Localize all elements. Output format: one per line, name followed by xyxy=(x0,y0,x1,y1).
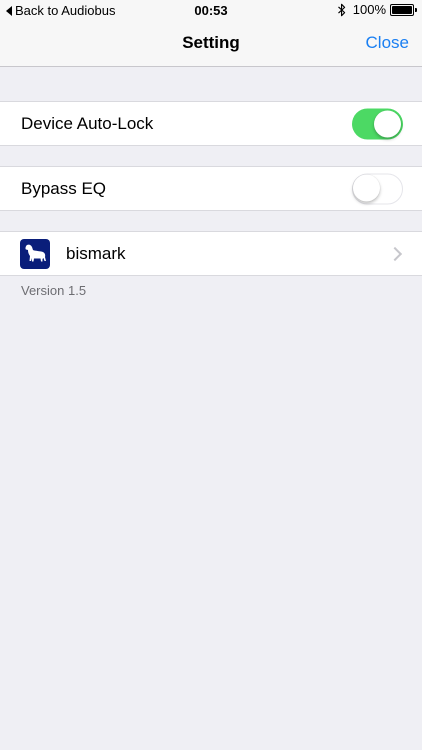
bypass-eq-label: Bypass EQ xyxy=(21,178,107,198)
bypass-eq-toggle[interactable] xyxy=(352,173,403,204)
app-name-label: bismark xyxy=(66,243,126,263)
page-title: Setting xyxy=(182,33,240,52)
battery-level-fill xyxy=(392,5,412,14)
bluetooth-icon xyxy=(337,3,345,16)
version-label: Version 1.5 xyxy=(21,283,87,298)
chevron-right-icon xyxy=(387,246,403,261)
auto-lock-label: Device Auto-Lock xyxy=(21,113,154,133)
navigation-bar: Setting Close xyxy=(0,22,422,67)
toggle-knob xyxy=(374,110,401,137)
close-button[interactable]: Close xyxy=(366,33,409,53)
battery-icon xyxy=(390,3,417,16)
status-indicators: 100% xyxy=(337,2,417,17)
toggle-knob xyxy=(353,174,380,202)
app-row[interactable]: bismark xyxy=(0,231,422,276)
battery-percentage: 100% xyxy=(352,2,386,17)
dog-icon xyxy=(20,238,50,269)
status-bar: Back to Audiobus 00:53 100% xyxy=(0,0,422,22)
auto-lock-toggle[interactable] xyxy=(352,108,403,139)
battery-tip xyxy=(415,7,417,12)
bypass-eq-row: Bypass EQ xyxy=(0,166,422,211)
auto-lock-row: Device Auto-Lock xyxy=(0,101,422,146)
